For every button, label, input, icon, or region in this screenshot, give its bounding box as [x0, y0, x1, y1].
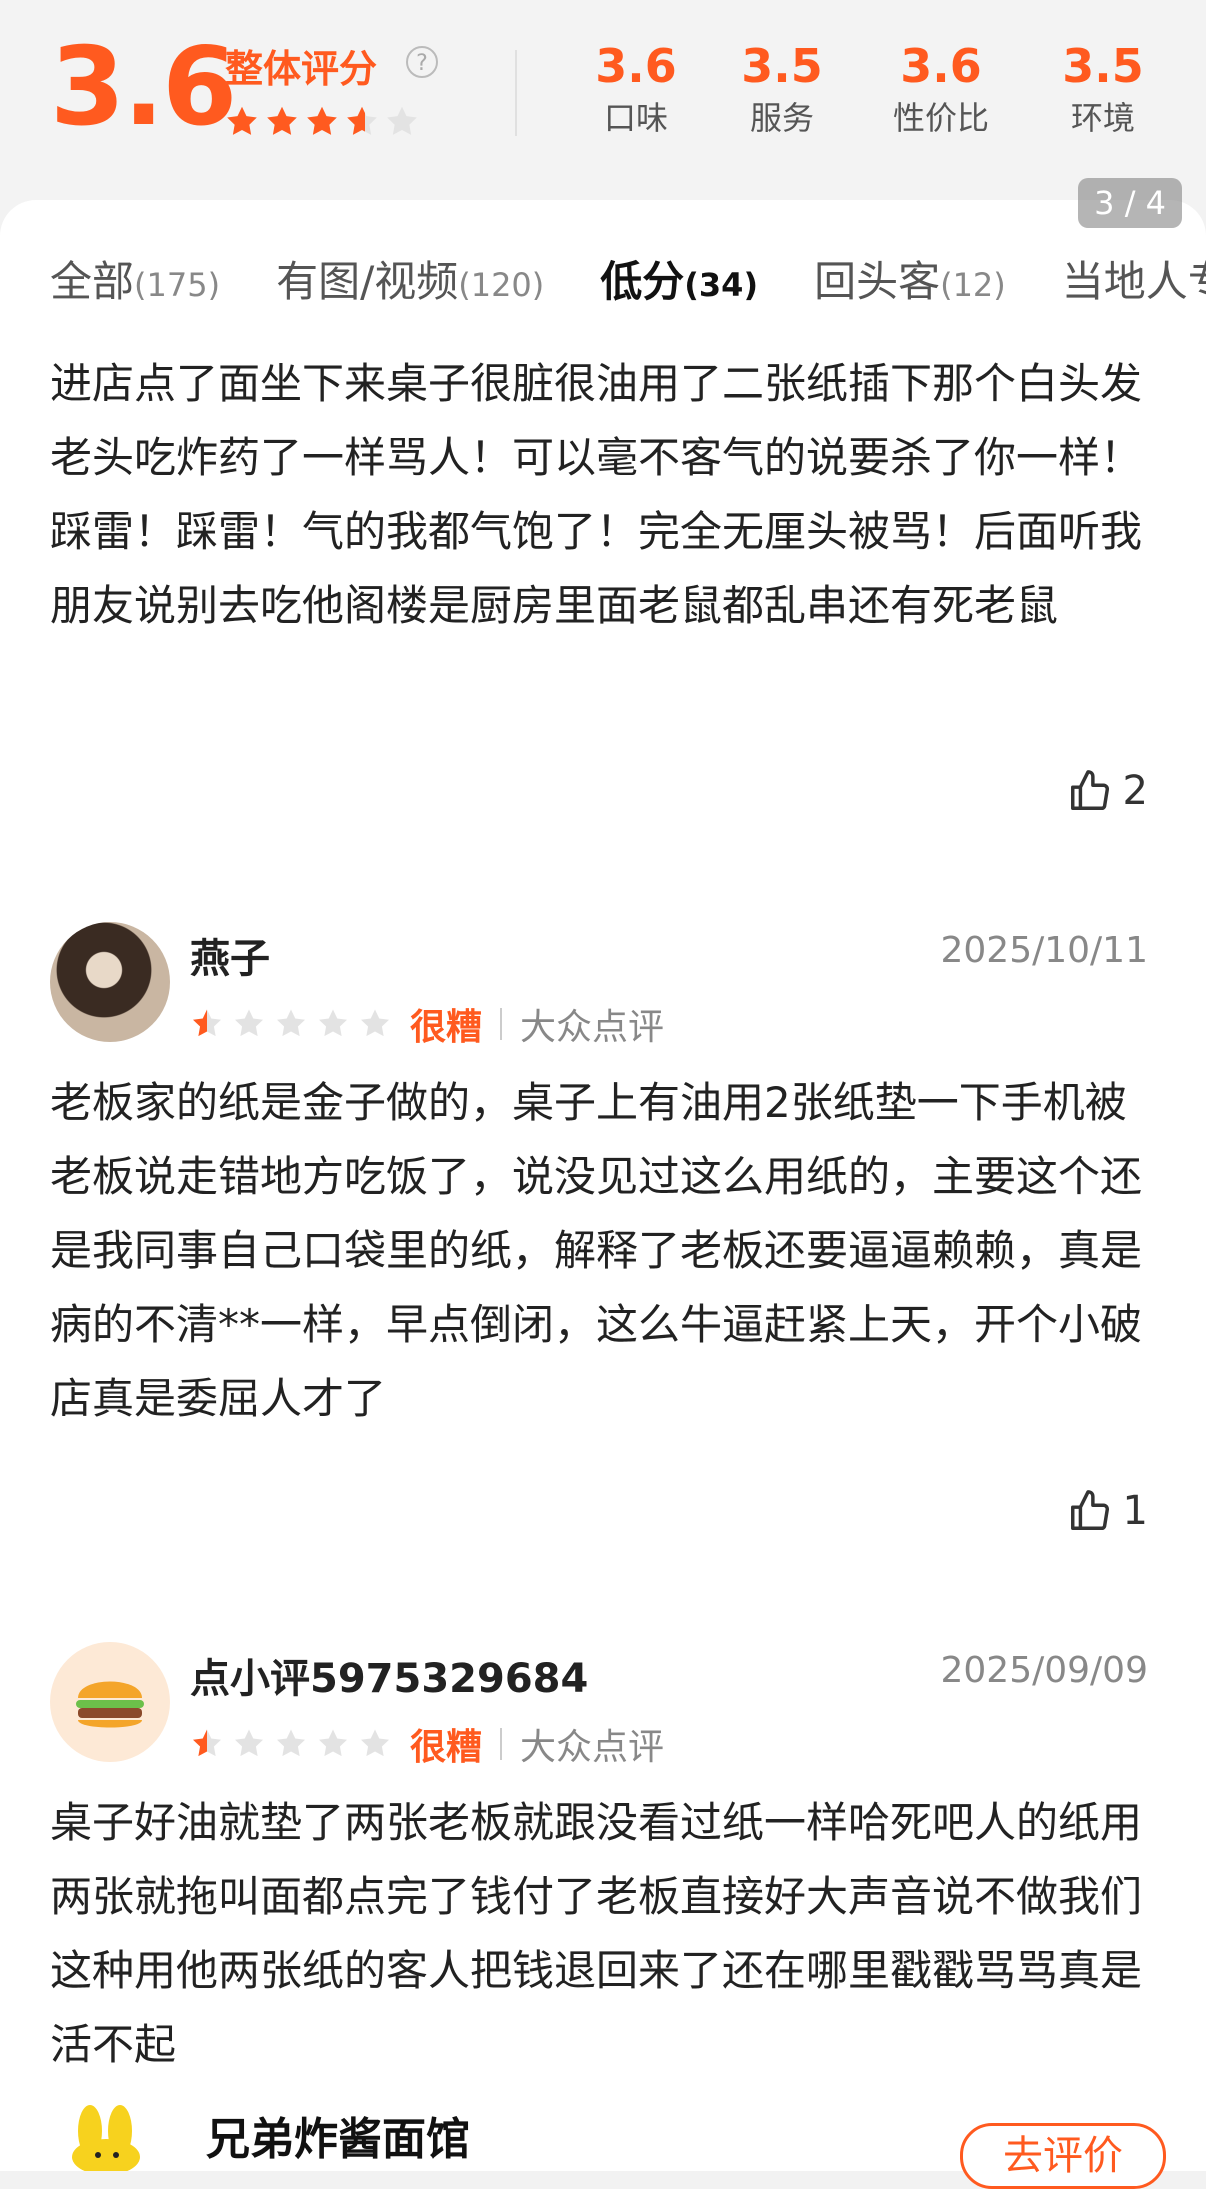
- review-text: 进店点了面坐下来桌子很脏很油用了二张纸插下那个白头发老头吃炸药了一样骂人！可以毫…: [50, 359, 1143, 630]
- shop-bottom-bar: 兄弟炸酱面馆 去评价: [0, 2095, 1206, 2189]
- sub-score-value-for-money: 3.6 性价比: [881, 38, 1001, 142]
- sub-score-label: 环境: [1070, 99, 1135, 137]
- sub-score-label: 服务: [749, 99, 814, 137]
- star-full-icon: [227, 106, 257, 135]
- avatar[interactable]: [50, 922, 170, 1042]
- review-source: 大众点评: [520, 1007, 665, 1048]
- overall-rating-label: 整体评分: [225, 47, 378, 91]
- star-half-icon: [192, 1729, 222, 1757]
- tab-label: 回头客: [814, 257, 941, 306]
- divider: [500, 1728, 503, 1760]
- sub-score-value: 3.5: [1062, 39, 1144, 93]
- star-empty-icon: [234, 1729, 264, 1757]
- divider: [515, 50, 517, 136]
- tab-returning-customers[interactable]: 回头客(12): [814, 248, 1006, 309]
- like-count: 2: [1122, 768, 1148, 814]
- review-date: 2025/10/11: [940, 930, 1149, 971]
- tab-count: (34): [684, 266, 759, 304]
- tab-count: (120): [458, 266, 545, 304]
- review-text: 桌子好油就垫了两张老板就跟没看过纸一样哈死吧人的纸用两张就拖叫面都点完了钱付了老…: [50, 1798, 1143, 2069]
- star-empty-icon: [276, 1009, 306, 1037]
- overall-stars: [224, 104, 420, 140]
- review-rating: 很糟 大众点评: [190, 998, 664, 1050]
- tab-all[interactable]: 全部(175): [50, 248, 220, 309]
- tab-label: 全部: [50, 257, 135, 306]
- rating-summary: 3.6 整体评分 ? 3.6 口味 3.5 服务 3.6 性价比 3.5 环境: [0, 0, 1206, 210]
- star-half-icon: [192, 1009, 222, 1037]
- tab-low-score[interactable]: 低分(34): [600, 248, 758, 309]
- tab-label: 低分: [600, 257, 685, 306]
- review-date: 2025/09/09: [940, 1650, 1149, 1691]
- sub-score-label: 口味: [603, 99, 668, 137]
- star-empty-icon: [276, 1729, 306, 1757]
- star-empty-icon: [360, 1729, 390, 1757]
- sub-score-taste: 3.6 口味: [576, 38, 696, 142]
- review-source: 大众点评: [520, 1727, 665, 1768]
- help-icon[interactable]: ?: [406, 46, 438, 78]
- overall-score: 3.6: [50, 25, 237, 150]
- star-full-icon: [307, 106, 337, 135]
- like-button[interactable]: 2: [1067, 768, 1148, 814]
- tab-label: 当地人专: [1061, 257, 1206, 306]
- sub-score-environment: 3.5 环境: [1043, 38, 1163, 142]
- divider: [500, 1008, 503, 1040]
- star-empty-icon: [234, 1009, 264, 1037]
- star-empty-icon: [318, 1009, 348, 1037]
- star-empty-icon: [360, 1009, 390, 1037]
- tab-locals[interactable]: 当地人专: [1062, 248, 1206, 309]
- sub-score-service: 3.5 服务: [722, 38, 842, 142]
- avatar[interactable]: [50, 1642, 170, 1762]
- star-empty-icon: [318, 1729, 348, 1757]
- star-half-icon: [347, 106, 377, 135]
- review-filter-tabs: 全部(175) 有图/视频(120) 低分(34) 回头客(12) 当地人专: [50, 248, 1206, 309]
- tab-count: (175): [134, 266, 221, 304]
- review-rating: 很糟 大众点评: [190, 1718, 664, 1770]
- tab-count: (12): [940, 266, 1006, 304]
- star-full-icon: [267, 106, 297, 135]
- thumbs-up-icon: [1070, 770, 1109, 810]
- username[interactable]: 燕子: [190, 926, 270, 984]
- rating-word: 很糟: [410, 1007, 483, 1048]
- write-review-button[interactable]: 去评价: [960, 2123, 1166, 2189]
- image-page-indicator: 3 / 4: [1078, 178, 1182, 228]
- shop-name: 兄弟炸酱面馆: [206, 2114, 470, 2165]
- sub-score-value: 3.6: [595, 39, 677, 93]
- username[interactable]: 点小评5975329684: [190, 1646, 588, 1704]
- review-stars: [190, 1007, 392, 1041]
- rating-word: 很糟: [410, 1727, 483, 1768]
- like-count: 1: [1122, 1488, 1148, 1534]
- shop-logo-icon: [72, 2105, 140, 2171]
- star-empty-icon: [387, 106, 417, 135]
- sub-score-value: 3.6: [900, 39, 982, 93]
- tab-with-media[interactable]: 有图/视频(120): [276, 248, 544, 309]
- sub-score-value: 3.5: [741, 39, 823, 93]
- like-button[interactable]: 1: [1067, 1488, 1148, 1534]
- sub-score-label: 性价比: [892, 99, 989, 137]
- tab-label: 有图/视频: [276, 257, 459, 306]
- review-stars: [190, 1727, 392, 1761]
- thumbs-up-icon: [1070, 1490, 1109, 1530]
- burger-icon: [76, 1681, 144, 1728]
- review-text: 老板家的纸是金子做的，桌子上有油用2张纸垫一下手机被老板说走错地方吃饭了，说没见…: [50, 1078, 1143, 1423]
